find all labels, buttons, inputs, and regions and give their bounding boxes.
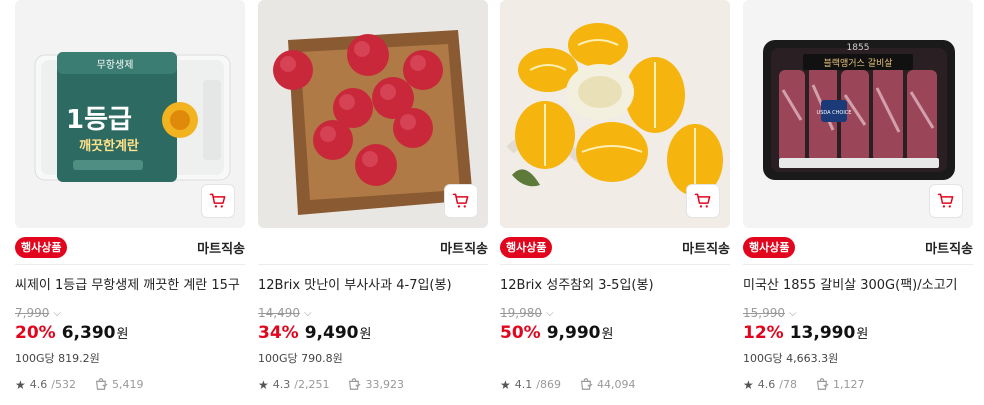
unit-price	[500, 350, 730, 366]
purchase-count: 5,419	[111, 378, 144, 391]
original-price: 7,990	[15, 306, 50, 320]
shipping-label: 마트직송	[682, 242, 730, 257]
tag-row: 행사상품 마트직송	[500, 235, 730, 265]
product-stats: ★ 4.1/869 44,094	[500, 377, 635, 392]
cart-icon	[694, 193, 711, 208]
star-icon: ★	[258, 377, 269, 392]
product-card[interactable]: 마트직송 12Brix 맛난이 부사사과 4-7입(봉) 14,490 ⌵ 34…	[258, 0, 488, 405]
product-stats: ★ 4.6/532 5,419	[15, 377, 143, 392]
discount-rate: 12%	[743, 323, 784, 343]
cart-icon	[209, 193, 226, 208]
rating-value: 4.6	[757, 378, 776, 391]
shopping-bag-icon	[347, 377, 361, 392]
product-card[interactable]: 블랙앵거스 갈비살 1855 USDA CHOICE 행사상품 마트직송 미국산…	[743, 0, 973, 405]
product-grid: 무항생제 1등급 깨끗한계란 행사상품 마트직송 씨제이 1등급 무항생제 깨끗…	[0, 0, 984, 405]
review-count: /78	[779, 378, 797, 391]
svg-text:깨끗한계란: 깨끗한계란	[79, 138, 139, 154]
svg-text:무항생제: 무항생제	[97, 59, 134, 71]
rating-value: 4.1	[514, 378, 533, 391]
original-price-row: 7,990 ⌵	[15, 305, 245, 321]
shopping-bag-icon	[94, 377, 108, 392]
chevron-down-icon[interactable]: ⌵	[53, 308, 61, 319]
discount-rate: 20%	[15, 323, 56, 343]
currency-label: 원	[116, 327, 129, 342]
sale-price: 13,990원	[789, 323, 869, 343]
event-badge: 행사상품	[500, 237, 553, 258]
price-row: 34% 9,490원	[258, 323, 488, 347]
original-price-row: 14,490 ⌵	[258, 305, 488, 321]
svg-text:1등급: 1등급	[66, 105, 132, 135]
review-count: /2,251	[294, 378, 330, 391]
tag-row: 행사상품 마트직송	[743, 235, 973, 265]
chevron-down-icon[interactable]: ⌵	[304, 308, 312, 319]
original-price: 19,980	[500, 306, 542, 320]
add-to-cart-button[interactable]	[686, 184, 720, 218]
product-image[interactable]: 블랙앵거스 갈비살 1855 USDA CHOICE	[743, 0, 973, 228]
add-to-cart-button[interactable]	[929, 184, 963, 218]
currency-label: 원	[601, 327, 614, 342]
sale-price: 6,390원	[61, 323, 129, 343]
star-icon: ★	[743, 377, 754, 392]
product-title[interactable]: 씨제이 1등급 무항생제 깨끗한 계란 15구	[15, 277, 245, 295]
rating-value: 4.6	[29, 378, 48, 391]
price-row: 12% 13,990원	[743, 323, 973, 347]
purchase-count: 33,923	[365, 378, 404, 391]
product-card[interactable]: 행사상품 마트직송 12Brix 성주참외 3-5입(봉) 19,980 ⌵ 5…	[500, 0, 730, 405]
cart-icon	[452, 193, 469, 208]
sale-price: 9,990원	[546, 323, 614, 343]
original-price-row: 19,980 ⌵	[500, 305, 730, 321]
product-image[interactable]	[258, 0, 488, 228]
chevron-down-icon[interactable]: ⌵	[789, 308, 797, 319]
event-badge: 행사상품	[15, 237, 68, 258]
cart-icon	[937, 193, 954, 208]
star-icon: ★	[15, 377, 26, 392]
add-to-cart-button[interactable]	[444, 184, 478, 218]
unit-price: 100G당 819.2원	[15, 352, 100, 365]
discount-rate: 50%	[500, 323, 541, 343]
purchase-count: 1,127	[832, 378, 865, 391]
original-price: 14,490	[258, 306, 300, 320]
sale-price: 9,490원	[304, 323, 372, 343]
shipping-label: 마트직송	[440, 242, 488, 257]
event-badge: 행사상품	[743, 237, 796, 258]
price-row: 50% 9,990원	[500, 323, 730, 347]
product-title[interactable]: 12Brix 성주참외 3-5입(봉)	[500, 277, 730, 295]
unit-price: 100G당 790.8원	[258, 352, 343, 365]
product-title[interactable]: 미국산 1855 갈비살 300G(팩)/소고기	[743, 277, 973, 295]
rating-value: 4.3	[272, 378, 291, 391]
unit-price: 100G당 4,663.3원	[743, 352, 839, 365]
original-price-row: 15,990 ⌵	[743, 305, 973, 321]
shopping-bag-icon	[579, 377, 593, 392]
svg-text:USDA CHOICE: USDA CHOICE	[817, 110, 852, 116]
star-icon: ★	[500, 377, 511, 392]
product-stats: ★ 4.6/78 1,127	[743, 377, 864, 392]
product-image[interactable]: 무항생제 1등급 깨끗한계란	[15, 0, 245, 228]
shipping-label: 마트직송	[197, 242, 245, 257]
add-to-cart-button[interactable]	[201, 184, 235, 218]
chevron-down-icon[interactable]: ⌵	[546, 308, 554, 319]
review-count: /532	[51, 378, 76, 391]
product-stats: ★ 4.3/2,251 33,923	[258, 377, 404, 392]
discount-rate: 34%	[258, 323, 299, 343]
product-title[interactable]: 12Brix 맛난이 부사사과 4-7입(봉)	[258, 277, 488, 295]
tag-row: 행사상품 마트직송	[15, 235, 245, 265]
product-card[interactable]: 무항생제 1등급 깨끗한계란 행사상품 마트직송 씨제이 1등급 무항생제 깨끗…	[15, 0, 245, 405]
svg-text:1855: 1855	[847, 43, 870, 53]
shipping-label: 마트직송	[925, 242, 973, 257]
purchase-count: 44,094	[596, 378, 636, 391]
tag-row: 마트직송	[258, 235, 488, 265]
currency-label: 원	[856, 327, 869, 342]
product-image[interactable]	[500, 0, 730, 228]
shopping-bag-icon	[815, 377, 829, 392]
currency-label: 원	[359, 327, 372, 342]
review-count: /869	[536, 378, 561, 391]
svg-text:블랙앵거스 갈비살: 블랙앵거스 갈비살	[823, 58, 892, 69]
original-price: 15,990	[743, 306, 785, 320]
price-row: 20% 6,390원	[15, 323, 245, 347]
